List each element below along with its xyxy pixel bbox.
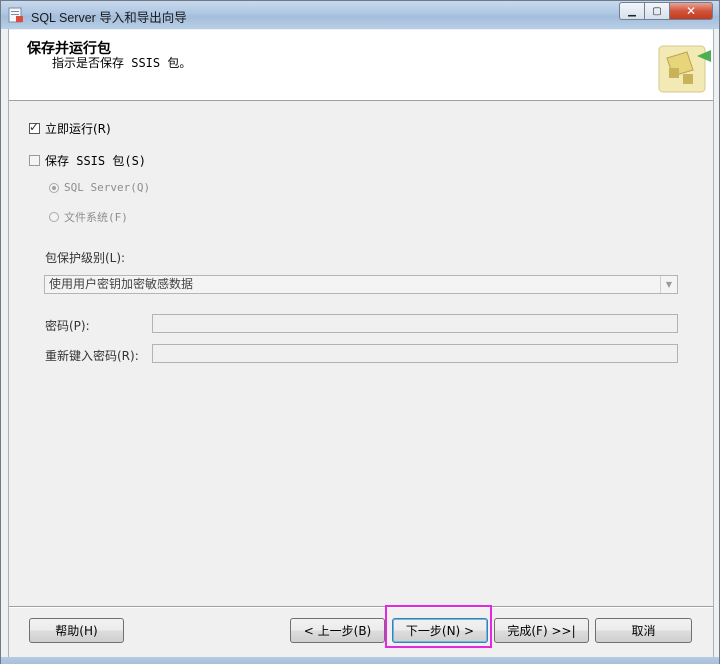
frame-border <box>713 29 714 657</box>
checkmark-icon: ✓ <box>29 120 40 134</box>
wizard-header: 保存并运行包 指示是否保存 SSIS 包。 <box>9 30 713 101</box>
frame-border <box>8 29 9 657</box>
app-icon <box>8 7 23 23</box>
reenter-password-field[interactable] <box>152 344 678 363</box>
file-system-radio-button[interactable] <box>49 212 59 222</box>
save-ssis-checkbox[interactable]: 保存 SSIS 包(S) <box>29 152 146 169</box>
minimize-icon: ▁ <box>628 5 636 17</box>
sql-server-radio-button[interactable] <box>49 182 59 193</box>
next-button-highlight <box>385 605 492 648</box>
file-system-radio[interactable]: 文件系统(F) <box>49 209 128 225</box>
close-button[interactable]: ✕ <box>670 2 713 20</box>
finish-button[interactable]: 完成(F) >>| <box>494 618 589 643</box>
run-now-box[interactable]: ✓ <box>29 120 40 134</box>
help-button[interactable]: 帮助(H) <box>29 618 124 643</box>
page-subtitle: 指示是否保存 SSIS 包。 <box>52 56 192 70</box>
title-bar[interactable]: SQL Server 导入和导出向导 ▁ ▢ ✕ <box>1 1 719 29</box>
wizard-window: SQL Server 导入和导出向导 ▁ ▢ ✕ 保存并运行包 指示是否保存 S… <box>0 0 720 664</box>
save-ssis-label: 保存 SSIS 包(S) <box>45 154 147 168</box>
protection-level-select[interactable]: 使用用户密钥加密敏感数据 ▼ <box>44 275 678 294</box>
close-icon: ✕ <box>685 4 697 18</box>
sql-server-radio[interactable]: SQL Server(Q) <box>49 181 150 194</box>
protection-level-value: 使用用户密钥加密敏感数据 <box>49 277 194 291</box>
package-icon <box>658 45 711 93</box>
cancel-button[interactable]: 取消 <box>595 618 692 643</box>
run-now-label: 立即运行(R) <box>45 122 111 136</box>
file-system-label: 文件系统(F) <box>64 211 128 224</box>
footer-divider <box>9 606 713 608</box>
sql-server-label: SQL Server(Q) <box>64 181 151 194</box>
window-title: SQL Server 导入和导出向导 <box>31 11 187 25</box>
maximize-icon: ▢ <box>652 5 662 17</box>
protection-level-label: 包保护级别(L): <box>45 251 126 265</box>
back-button[interactable]: < 上一步(B) <box>290 618 385 643</box>
save-ssis-box[interactable] <box>29 155 40 166</box>
maximize-button[interactable]: ▢ <box>645 2 670 20</box>
password-label: 密码(P): <box>45 319 90 333</box>
window-bottom-border <box>1 657 719 664</box>
caption-buttons: ▁ ▢ ✕ <box>619 2 713 20</box>
reenter-password-label: 重新键入密码(R): <box>45 349 139 363</box>
run-now-checkbox[interactable]: ✓ 立即运行(R) <box>29 120 111 137</box>
password-field[interactable] <box>152 314 678 333</box>
chevron-down-icon[interactable]: ▼ <box>660 276 677 293</box>
minimize-button[interactable]: ▁ <box>619 2 645 20</box>
